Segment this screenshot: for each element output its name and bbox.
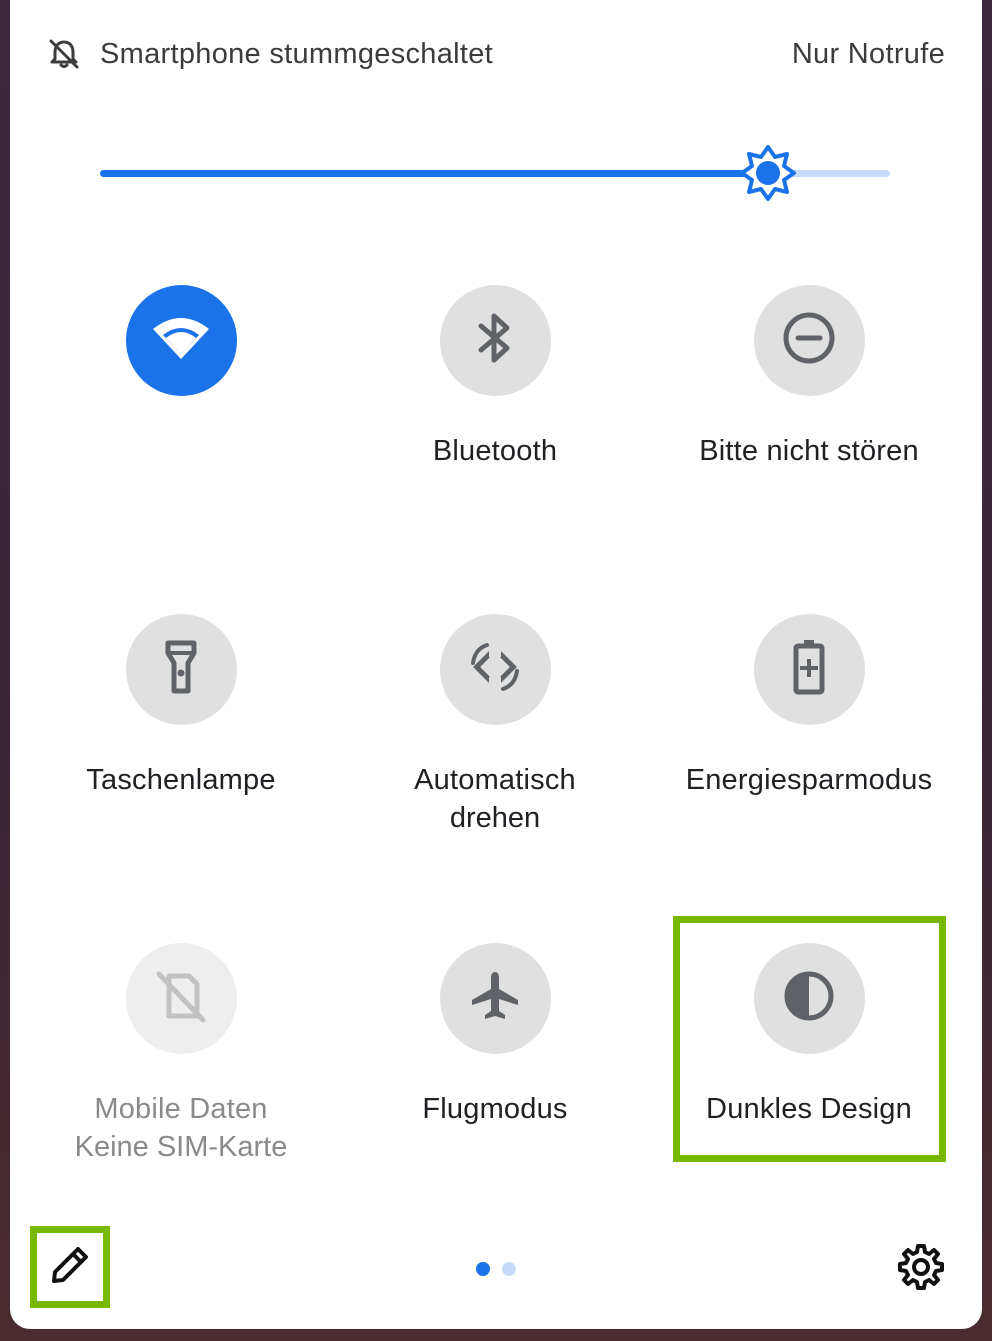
- tile-bluetooth-button[interactable]: [439, 285, 551, 396]
- tile-battery-saver-label: Energiesparmodus: [685, 764, 933, 796]
- brightness-track-empty: [788, 170, 890, 177]
- tile-flashlight[interactable]: Taschenlampe: [31, 614, 331, 799]
- tile-dnd-label: Bitte nicht stören: [699, 435, 919, 467]
- rotate-icon: [467, 639, 523, 700]
- tile-dnd[interactable]: Bitte nicht stören: [659, 285, 959, 470]
- tile-autorotate-sublabel: drehen: [449, 802, 541, 834]
- tile-flashlight-button[interactable]: [125, 614, 237, 725]
- edit-tiles-button[interactable]: [30, 1226, 110, 1308]
- status-row: Smartphone stummgeschaltet Nur Notrufe: [0, 0, 992, 110]
- page-dot-current: [476, 1262, 490, 1276]
- gear-icon: [898, 1243, 944, 1295]
- page-indicator: [476, 1262, 520, 1278]
- tile-airplane-label: Flugmodus: [422, 1093, 568, 1125]
- flashlight-icon: [161, 637, 201, 702]
- settings-button[interactable]: [896, 1243, 946, 1295]
- tile-bluetooth-label: Bluetooth: [432, 435, 558, 467]
- tile-mobile-data-sublabel: Keine SIM-Karte: [74, 1131, 288, 1163]
- dark-theme-highlight-box: [673, 916, 946, 1162]
- tile-mobile-data[interactable]: Mobile Daten Keine SIM-Karte: [31, 943, 331, 1166]
- tile-airplane[interactable]: Flugmodus: [345, 943, 645, 1128]
- pencil-icon: [48, 1243, 92, 1292]
- tile-autorotate-label: Automatisch: [414, 764, 576, 796]
- tile-flashlight-label: Taschenlampe: [86, 764, 276, 796]
- bell-off-icon: [44, 34, 84, 74]
- tile-battery-saver[interactable]: Energiesparmodus: [659, 614, 959, 799]
- tile-airplane-button[interactable]: [439, 943, 551, 1054]
- tile-bluetooth[interactable]: Bluetooth: [345, 285, 645, 470]
- tile-autorotate[interactable]: Automatisch drehen: [345, 614, 645, 837]
- tile-mobile-data-button[interactable]: [125, 943, 237, 1054]
- brightness-track-filled: [100, 170, 748, 177]
- tile-dnd-button[interactable]: [753, 285, 865, 396]
- tile-autorotate-button[interactable]: [439, 614, 551, 725]
- brightness-icon[interactable]: [740, 145, 796, 201]
- page-dot: [502, 1262, 516, 1276]
- do-not-disturb-icon: [781, 310, 837, 371]
- airplane-icon: [467, 968, 523, 1029]
- mute-status-label: Smartphone stummgeschaltet: [100, 38, 494, 70]
- brightness-slider[interactable]: [100, 140, 892, 210]
- wifi-icon: [151, 313, 211, 368]
- battery-saver-icon: [789, 637, 829, 702]
- tile-battery-saver-button[interactable]: [753, 614, 865, 725]
- no-sim-icon: [153, 968, 209, 1029]
- network-status-label: Nur Notrufe: [791, 38, 945, 70]
- bluetooth-icon: [475, 310, 515, 371]
- tile-wifi[interactable]: [31, 285, 331, 432]
- tile-wifi-button[interactable]: [125, 285, 237, 396]
- tile-mobile-data-label: Mobile Daten: [94, 1093, 268, 1125]
